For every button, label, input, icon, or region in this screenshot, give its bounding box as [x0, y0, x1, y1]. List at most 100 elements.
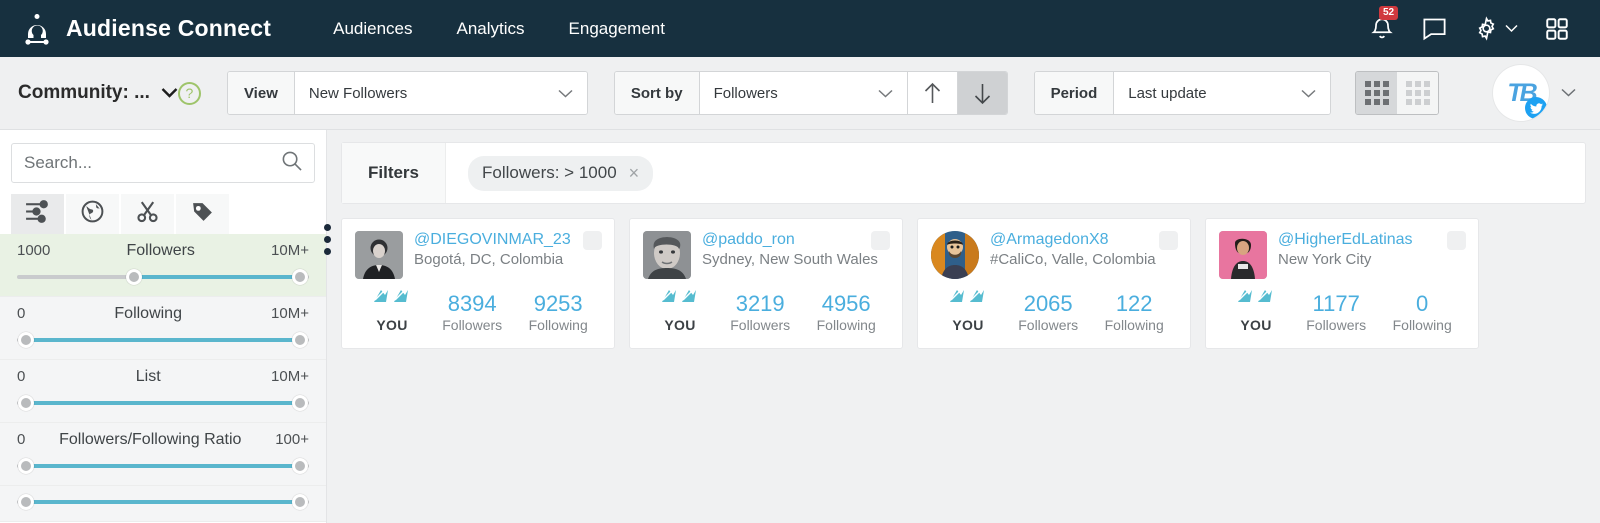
community-selector[interactable]: Community: ... [18, 82, 178, 104]
brand[interactable]: Audiense Connect [22, 12, 271, 46]
chevron-down-icon [1301, 86, 1316, 101]
profile-card[interactable]: @DIEGOVINMAR_23 Bogotá, DC, Colombia YOU… [341, 218, 615, 349]
card-select-checkbox[interactable] [1447, 231, 1466, 250]
profile-card[interactable]: @paddo_ron Sydney, New South Wales YOU 3… [629, 218, 903, 349]
search-box[interactable] [11, 143, 315, 183]
slider-knob-max[interactable] [292, 395, 309, 411]
card-select-checkbox[interactable] [583, 231, 602, 250]
slider-track-fill [25, 500, 301, 504]
followers-value: 1177 [1312, 291, 1360, 316]
account-menu[interactable]: TB [1493, 65, 1582, 121]
chevron-down-icon [558, 86, 573, 101]
close-icon[interactable]: × [629, 163, 640, 184]
search-icon[interactable] [281, 150, 302, 176]
following-value: 0 [1416, 291, 1429, 316]
stat-followers: 3219 Followers [730, 291, 790, 333]
sort-value: Followers [713, 84, 778, 102]
chat-icon[interactable] [1421, 16, 1448, 41]
following-label: Following [816, 317, 876, 333]
results-panel: Filters Followers: > 1000 × @DIEGOVINMAR… [327, 130, 1600, 523]
sidebar-tabbar [0, 194, 326, 234]
mutual-follow-icon [660, 288, 700, 313]
relationship-label: YOU [664, 317, 696, 333]
avatar [643, 231, 691, 279]
sidebar-tab-segments[interactable] [121, 194, 174, 234]
slider-knob-min[interactable] [17, 332, 34, 348]
slider-track[interactable] [17, 332, 309, 348]
slider-track[interactable] [17, 269, 309, 285]
help-icon[interactable]: ? [177, 81, 201, 105]
chevron-down-icon[interactable] [1561, 84, 1576, 102]
card-select-checkbox[interactable] [1159, 231, 1178, 250]
nav-link-analytics[interactable]: Analytics [457, 19, 525, 39]
sidebar-tab-geography[interactable] [66, 194, 119, 234]
slider-track-fill [25, 338, 301, 342]
sort-descending-button[interactable] [956, 72, 1007, 114]
sidebar-tab-tags[interactable] [176, 194, 229, 234]
slider-knob-min[interactable] [17, 458, 34, 474]
slider-knob-max[interactable] [292, 458, 309, 474]
chevron-down-icon[interactable] [161, 82, 178, 104]
following-value: 9253 [533, 291, 583, 316]
chevron-down-icon[interactable] [1505, 20, 1518, 38]
profile-card[interactable]: @HigherEdLatinas New York City YOU 1177 … [1205, 218, 1479, 349]
filters-label: Filters [342, 143, 446, 203]
bell-icon[interactable]: 52 [1369, 5, 1399, 42]
gear-icon[interactable] [1474, 16, 1499, 41]
slider-track[interactable] [17, 395, 309, 411]
slider-knob-min[interactable] [125, 269, 142, 285]
period-select[interactable]: Last update [1114, 72, 1331, 114]
period-control: Period Last update [1033, 71, 1332, 115]
profile-handle[interactable]: @ArmagedonX8 [990, 231, 1177, 249]
slider-list[interactable]: 0 List 10M+ [0, 360, 326, 423]
profile-handle[interactable]: @paddo_ron [702, 231, 889, 249]
relationship-label: YOU [952, 317, 984, 333]
slider-max: 10M+ [271, 305, 309, 322]
mutual-follow-icon [1236, 288, 1276, 313]
avatar[interactable]: TB [1493, 65, 1549, 121]
tag-icon [190, 199, 215, 229]
slider-knob-max[interactable] [292, 332, 309, 348]
top-navbar: Audiense Connect Audiences Analytics Eng… [0, 0, 1600, 57]
sidebar-tab-filters[interactable] [11, 194, 64, 234]
card-select-checkbox[interactable] [871, 231, 890, 250]
slider-track[interactable] [17, 458, 309, 474]
navbar-actions: 52 [1369, 5, 1578, 42]
slider-track-fill [25, 464, 301, 468]
profile-card[interactable]: @ArmagedonX8 #CaliCo, Valle, Colombia YO… [917, 218, 1191, 349]
stat-following: 122 Following [1105, 291, 1164, 333]
slider-knob-min[interactable] [17, 494, 34, 510]
slider-following[interactable]: 0 Following 10M+ [0, 297, 326, 360]
nav-link-engagement[interactable]: Engagement [569, 19, 665, 39]
profile-stats: 2065 Followers 122 Following [1005, 291, 1177, 333]
slider-knob-max[interactable] [292, 494, 309, 510]
profile-location: Sydney, New South Wales [702, 251, 878, 268]
main-nav: Audiences Analytics Engagement [333, 19, 665, 39]
slider-track[interactable] [17, 494, 309, 510]
grid-icon [1405, 81, 1430, 105]
slider-knob-max[interactable] [292, 269, 309, 285]
slider-partial-next[interactable] [0, 486, 326, 522]
grid-view-large-button[interactable] [1356, 72, 1398, 114]
grid-view-small-button[interactable] [1397, 72, 1439, 114]
search-input[interactable] [24, 153, 281, 173]
slider-track-fill [25, 401, 301, 405]
settings-menu[interactable] [1474, 16, 1518, 41]
slider-followers[interactable]: 1000 Followers 10M+ [0, 234, 326, 297]
globe-icon [80, 199, 105, 229]
profile-stats: 1177 Followers 0 Following [1293, 291, 1465, 333]
slider-followers-following-ratio[interactable]: 0 Followers/Following Ratio 100+ [0, 423, 326, 486]
sort-select[interactable]: Followers [699, 72, 907, 114]
followers-label: Followers [1306, 317, 1367, 333]
filter-chip-followers[interactable]: Followers: > 1000 × [468, 155, 654, 191]
profile-handle[interactable]: @DIEGOVINMAR_23 [414, 231, 601, 249]
followers-label: Followers [1018, 317, 1079, 333]
sidebar-resize-handle[interactable] [324, 224, 331, 255]
apps-grid-icon[interactable] [1544, 16, 1570, 42]
slider-knob-min[interactable] [17, 395, 34, 411]
view-select[interactable]: New Followers [294, 72, 587, 114]
nav-link-audiences[interactable]: Audiences [333, 19, 412, 39]
sort-ascending-button[interactable] [906, 72, 957, 114]
profile-handle[interactable]: @HigherEdLatinas [1278, 231, 1465, 249]
stat-following: 4956 Following [817, 291, 876, 333]
